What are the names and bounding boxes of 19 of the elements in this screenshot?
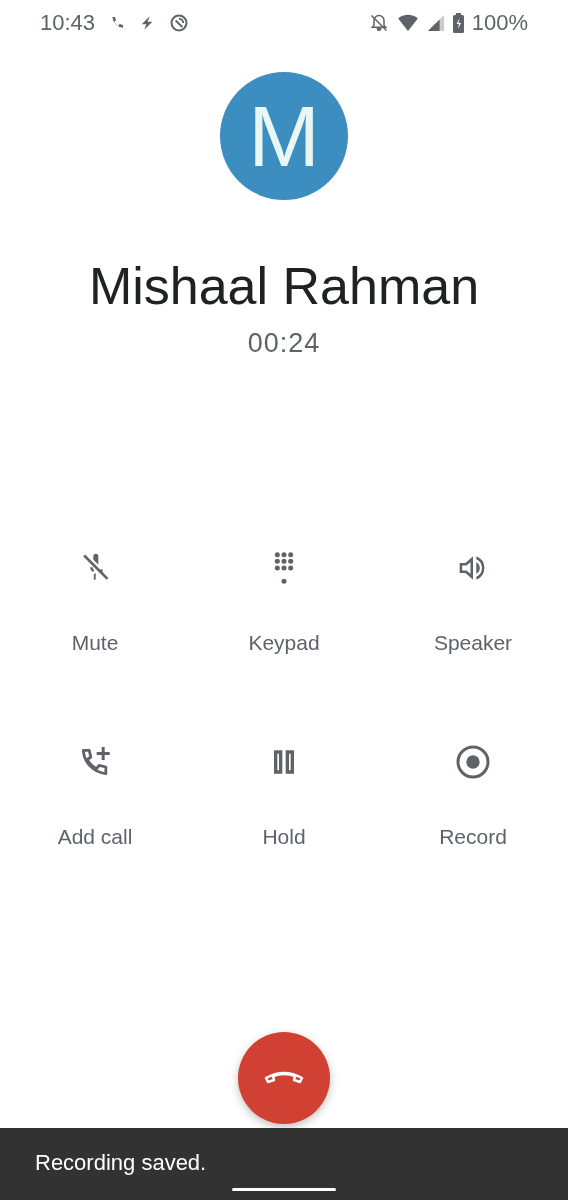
call-control-button[interactable]: Hold [189, 742, 379, 852]
contact-name: Mishaal Rahman [88, 256, 480, 317]
call-control-button[interactable]: Speaker [378, 548, 568, 658]
end-call-button[interactable] [238, 1032, 330, 1124]
navigation-handle[interactable] [232, 1188, 336, 1191]
status-time: 10:43 [40, 10, 96, 36]
call-control-button[interactable]: Mute [0, 548, 190, 658]
signal-icon [426, 14, 445, 32]
phone-icon [109, 15, 126, 31]
battery-icon [452, 13, 464, 33]
contact-avatar: M [220, 72, 348, 200]
wifi-icon [396, 14, 419, 32]
call-duration: 00:24 [247, 327, 321, 359]
call-control-button[interactable]: Add call [0, 742, 190, 852]
call-control-button[interactable]: Keypad [189, 548, 379, 658]
snackbar-message: Recording saved. [35, 1150, 207, 1176]
battery-percent: 100% [471, 10, 528, 36]
bell-off-icon [368, 13, 389, 33]
call-control-button[interactable]: Record [378, 742, 568, 852]
